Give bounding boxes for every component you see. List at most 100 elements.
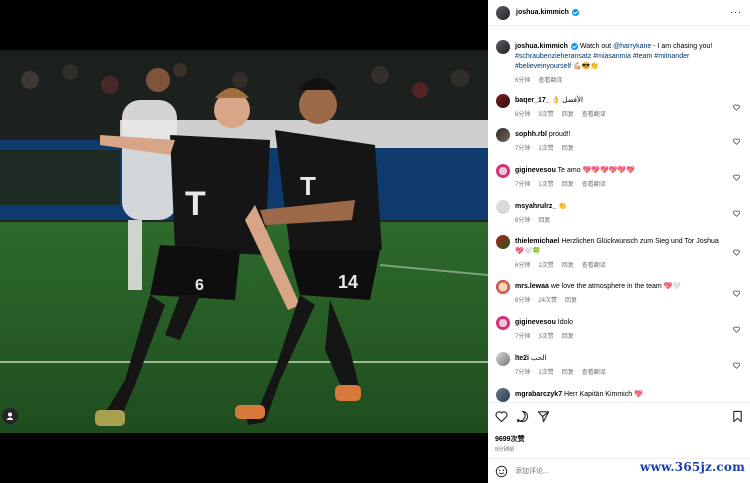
translate-link[interactable]: 查看翻译 — [582, 370, 606, 376]
comment-like-button[interactable] — [733, 174, 740, 181]
post-timestamp[interactable]: 8分钟前 — [495, 445, 515, 453]
comment-button[interactable] — [516, 410, 529, 423]
svg-text:14: 14 — [338, 272, 358, 292]
avatar[interactable] — [496, 200, 510, 214]
share-button[interactable] — [537, 410, 550, 423]
heart-icon — [733, 326, 740, 333]
like-count[interactable]: 9699次赞 — [495, 434, 525, 444]
avatar[interactable] — [496, 94, 510, 108]
translate-link[interactable]: 查看翻译 — [582, 263, 606, 269]
post-actions: 9699次赞 8分钟前 — [488, 402, 750, 457]
avatar[interactable] — [496, 235, 510, 249]
comment-text: Idolo — [557, 319, 573, 326]
comment-time[interactable]: 7分钟 — [515, 182, 530, 188]
comment-likes[interactable]: 3次赞 — [538, 112, 553, 118]
reply-button[interactable]: 回复 — [562, 263, 574, 269]
hashtags[interactable]: #schraubenzieheransatz #miasanmia #team … — [515, 53, 689, 70]
caption-text-2: - I am chasing you! — [651, 43, 713, 50]
avatar[interactable] — [496, 128, 510, 142]
reply-button[interactable]: 回复 — [562, 334, 574, 340]
emoji-button[interactable] — [495, 465, 508, 478]
avatar[interactable] — [496, 40, 510, 54]
caption-text: Watch out — [579, 43, 614, 50]
comment-time[interactable]: 6分钟 — [515, 112, 530, 118]
heart-icon — [733, 290, 740, 297]
comment-username[interactable]: msyahrulrz_ — [515, 203, 556, 210]
comment-likes[interactable]: 24次赞 — [538, 298, 557, 304]
reply-button[interactable]: 回复 — [562, 370, 574, 376]
post-photo[interactable]: T 6 T 14 — [0, 50, 488, 433]
comment-time[interactable]: 6分钟 — [515, 218, 530, 224]
share-icon — [537, 411, 550, 423]
comment-username[interactable]: thielemichael — [515, 238, 559, 245]
mention-link[interactable]: @harrykane — [613, 43, 651, 50]
comment-like-button[interactable] — [733, 104, 740, 111]
comment-like-button[interactable] — [733, 290, 740, 297]
comment-username[interactable]: giginevesou — [515, 167, 556, 174]
comment-text: 👌 الأفضل — [551, 97, 583, 104]
save-button[interactable] — [731, 410, 744, 423]
avatar[interactable] — [496, 164, 510, 178]
comment-time[interactable]: 7分钟 — [515, 146, 530, 152]
comment-text: we love the atmosphere in the team 💖🤍 — [550, 283, 682, 290]
caption-emojis: 💪🏼😎👏 — [573, 63, 600, 70]
bookmark-icon — [733, 410, 742, 423]
comments-list: joshua.kimmich Watch out @harrykane - I … — [488, 36, 750, 402]
svg-text:6: 6 — [195, 277, 204, 294]
reply-button[interactable]: 回复 — [562, 182, 574, 188]
verified-icon — [570, 42, 578, 50]
comment-likes[interactable]: 1次赞 — [538, 146, 553, 152]
comment-likes[interactable]: 1次赞 — [538, 370, 553, 376]
comment-username[interactable]: joshua.kimmich — [515, 43, 568, 50]
site-watermark: www.365jz.com — [640, 460, 745, 474]
comment-username[interactable]: baqer_17_ — [515, 97, 550, 104]
comment-like-button[interactable] — [733, 138, 740, 145]
post-photo-illustration: T 6 T 14 — [0, 50, 488, 433]
heart-icon — [733, 210, 740, 217]
comment-time[interactable]: 6分钟 — [515, 263, 530, 269]
reply-button[interactable]: 回复 — [538, 218, 550, 224]
heart-icon — [733, 174, 740, 181]
translate-link[interactable]: 查看翻译 — [582, 182, 606, 188]
comment-likes[interactable]: 3次赞 — [538, 334, 553, 340]
caption-time[interactable]: 6分钟 — [515, 78, 530, 84]
verified-icon — [571, 9, 579, 16]
comment-like-button[interactable] — [733, 210, 740, 217]
comment-username[interactable]: mrs.lewaa — [515, 283, 549, 290]
user-tag-icon — [6, 412, 14, 420]
heart-icon — [733, 138, 740, 145]
comment-likes[interactable]: 1次赞 — [538, 182, 553, 188]
comment-time[interactable]: 7分钟 — [515, 370, 530, 376]
comment-time[interactable]: 6分钟 — [515, 298, 530, 304]
comment-text: الحب — [530, 355, 547, 362]
avatar[interactable] — [496, 316, 510, 330]
avatar[interactable] — [496, 280, 510, 294]
reply-button[interactable]: 回复 — [562, 112, 574, 118]
heart-icon — [733, 362, 740, 369]
comment-like-button[interactable] — [733, 249, 740, 256]
more-icon[interactable]: ··· — [730, 8, 742, 17]
comment-composer: www.365jz.com — [488, 458, 750, 483]
comment-time[interactable]: 7分钟 — [515, 334, 530, 340]
comment-username[interactable]: mgrabarczyk7 — [515, 391, 562, 398]
translate-link[interactable]: 查看翻译 — [582, 112, 606, 118]
comment-like-button[interactable] — [733, 362, 740, 369]
avatar[interactable] — [496, 352, 510, 366]
media-area: T 6 T 14 — [0, 0, 488, 483]
comment-text: Herr Kapitän Kimmich 💖 — [564, 391, 643, 398]
translate-link[interactable]: 查看翻译 — [538, 78, 562, 84]
author-username[interactable]: joshua.kimmich — [516, 9, 569, 16]
comment-input[interactable] — [515, 465, 625, 478]
like-button[interactable] — [495, 410, 508, 423]
comment-username[interactable]: sophh.rbl — [515, 131, 547, 138]
reply-button[interactable]: 回复 — [565, 298, 577, 304]
avatar[interactable] — [496, 388, 510, 402]
comment-username[interactable]: giginevesou — [515, 319, 556, 326]
comment-like-button[interactable] — [733, 326, 740, 333]
comment-username[interactable]: lte2i — [515, 355, 529, 362]
user-tag-button[interactable] — [2, 408, 18, 424]
reply-button[interactable]: 回复 — [562, 146, 574, 152]
heart-icon — [733, 104, 740, 111]
author-avatar[interactable] — [496, 5, 510, 20]
comment-likes[interactable]: 1次赞 — [538, 263, 553, 269]
